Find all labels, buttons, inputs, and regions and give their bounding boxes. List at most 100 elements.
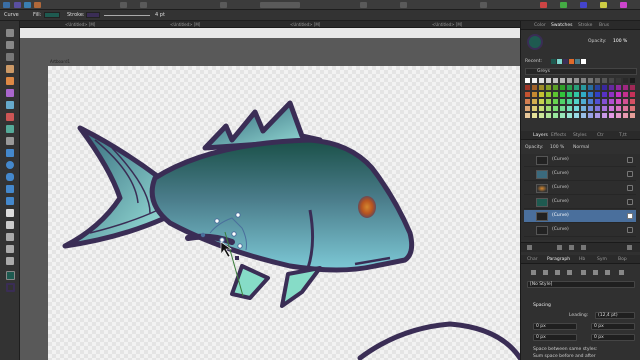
- rounded-rect-icon[interactable]: [6, 173, 14, 181]
- recent-swatch[interactable]: [563, 59, 568, 64]
- palette-swatch[interactable]: [567, 113, 572, 118]
- indent-right-field[interactable]: 0 px: [591, 323, 635, 330]
- palette-swatch[interactable]: [595, 78, 600, 83]
- export-persona-icon[interactable]: [34, 2, 41, 8]
- palette-swatch[interactable]: [567, 78, 572, 83]
- tab-document[interactable]: <Untitled> [M]: [432, 22, 462, 27]
- palette-swatch[interactable]: [553, 85, 558, 90]
- palette-swatch[interactable]: [623, 99, 628, 104]
- justify-all-icon[interactable]: [581, 270, 586, 275]
- palette-swatch[interactable]: [574, 113, 579, 118]
- palette-swatch[interactable]: [602, 78, 607, 83]
- transform-icon[interactable]: [400, 2, 407, 8]
- pixel-persona-icon[interactable]: [24, 2, 31, 8]
- palette-swatch[interactable]: [574, 106, 579, 111]
- arrange-icon[interactable]: [260, 2, 300, 8]
- palette-swatch[interactable]: [525, 106, 530, 111]
- palette-swatch[interactable]: [595, 92, 600, 97]
- palette-swatch[interactable]: [525, 78, 530, 83]
- recent-swatch[interactable]: [581, 59, 586, 64]
- palette-swatch[interactable]: [581, 78, 586, 83]
- palette-swatch[interactable]: [623, 78, 628, 83]
- color-pick-icon[interactable]: [580, 2, 587, 8]
- palette-swatch[interactable]: [553, 99, 558, 104]
- space-after-field[interactable]: 0 px: [591, 334, 635, 341]
- persona-icon[interactable]: [14, 2, 21, 8]
- layer-visibility-checkbox[interactable]: [627, 227, 633, 233]
- tab-constraints[interactable]: Ctr: [597, 133, 604, 138]
- align-towards-spine-icon[interactable]: [619, 270, 624, 275]
- add-group-icon[interactable]: [569, 245, 574, 250]
- palette-swatch[interactable]: [630, 106, 635, 111]
- palette-swatch[interactable]: [567, 99, 572, 104]
- palette-swatch[interactable]: [539, 85, 544, 90]
- layer-options-icon[interactable]: [527, 245, 532, 250]
- recent-swatch[interactable]: [557, 59, 562, 64]
- layer-row-selected[interactable]: (Curve): [524, 210, 636, 223]
- palette-swatch[interactable]: [553, 106, 558, 111]
- palette-swatch[interactable]: [560, 106, 565, 111]
- fill-stroke-widget[interactable]: [527, 34, 543, 50]
- palette-swatch[interactable]: [574, 92, 579, 97]
- palette-swatch[interactable]: [539, 113, 544, 118]
- palette-swatch[interactable]: [553, 113, 558, 118]
- palette-swatch[interactable]: [616, 106, 621, 111]
- palette-swatch[interactable]: [560, 113, 565, 118]
- frame-text-icon[interactable]: [6, 221, 14, 229]
- tab-document[interactable]: <Untitled> [M]: [170, 22, 200, 27]
- palette-swatch[interactable]: [539, 106, 544, 111]
- palette-swatch[interactable]: [616, 85, 621, 90]
- color-pick-icon[interactable]: [560, 2, 567, 8]
- pen-tool-icon[interactable]: [6, 65, 14, 73]
- palette-swatch[interactable]: [630, 113, 635, 118]
- palette-swatch[interactable]: [609, 78, 614, 83]
- palette-swatch[interactable]: [560, 78, 565, 83]
- palette-swatch[interactable]: [630, 78, 635, 83]
- palette-swatch[interactable]: [602, 106, 607, 111]
- palette-swatch[interactable]: [532, 99, 537, 104]
- leading-field[interactable]: (12,4 pt): [595, 312, 635, 319]
- assistant-icon[interactable]: [480, 2, 487, 8]
- colour-picker-icon[interactable]: [6, 257, 14, 265]
- palette-swatch[interactable]: [602, 85, 607, 90]
- pencil-tool-icon[interactable]: [6, 77, 14, 85]
- palette-swatch[interactable]: [532, 92, 537, 97]
- palette-swatch[interactable]: [539, 99, 544, 104]
- color-pick-icon[interactable]: [620, 2, 627, 8]
- align-center-icon[interactable]: [543, 270, 548, 275]
- palette-swatch[interactable]: [588, 78, 593, 83]
- layer-visibility-checkbox[interactable]: [627, 157, 633, 163]
- palette-swatch[interactable]: [623, 106, 628, 111]
- shape-tool-icon[interactable]: [6, 185, 14, 193]
- palette-swatch[interactable]: [595, 99, 600, 104]
- align-left-icon[interactable]: [531, 270, 536, 275]
- palette-swatch[interactable]: [553, 78, 558, 83]
- spacing-section-header[interactable]: Spacing: [533, 303, 551, 308]
- palette-swatch[interactable]: [525, 85, 530, 90]
- layer-visibility-checkbox[interactable]: [627, 171, 633, 177]
- tab-color[interactable]: Color: [534, 23, 546, 28]
- tab-paragraph[interactable]: Paragraph: [547, 257, 570, 262]
- fill-swatch[interactable]: [44, 12, 60, 18]
- palette-swatch[interactable]: [525, 99, 530, 104]
- fill-swatch-icon[interactable]: [6, 271, 15, 280]
- palette-swatch[interactable]: [525, 92, 530, 97]
- tab-bop[interactable]: Bop: [618, 257, 627, 262]
- palette-swatch[interactable]: [609, 85, 614, 90]
- paragraph-style-select[interactable]: [No Style]: [527, 281, 635, 288]
- justify-icon[interactable]: [567, 270, 572, 275]
- corner-tool-icon[interactable]: [6, 53, 14, 61]
- palette-swatch[interactable]: [581, 92, 586, 97]
- vector-brush-icon[interactable]: [6, 89, 14, 97]
- layer-row[interactable]: (Curve): [524, 182, 636, 195]
- fill-tool-icon[interactable]: [6, 101, 14, 109]
- justify-center-icon[interactable]: [605, 270, 610, 275]
- color-pick-icon[interactable]: [540, 2, 547, 8]
- view-mode-icon[interactable]: [140, 2, 147, 8]
- recent-swatch[interactable]: [551, 59, 556, 64]
- add-adjustment-icon[interactable]: [581, 245, 586, 250]
- tab-layers[interactable]: Layers: [533, 133, 548, 138]
- palette-swatch[interactable]: [595, 85, 600, 90]
- palette-swatch[interactable]: [609, 106, 614, 111]
- ellipse-tool-icon[interactable]: [6, 161, 14, 169]
